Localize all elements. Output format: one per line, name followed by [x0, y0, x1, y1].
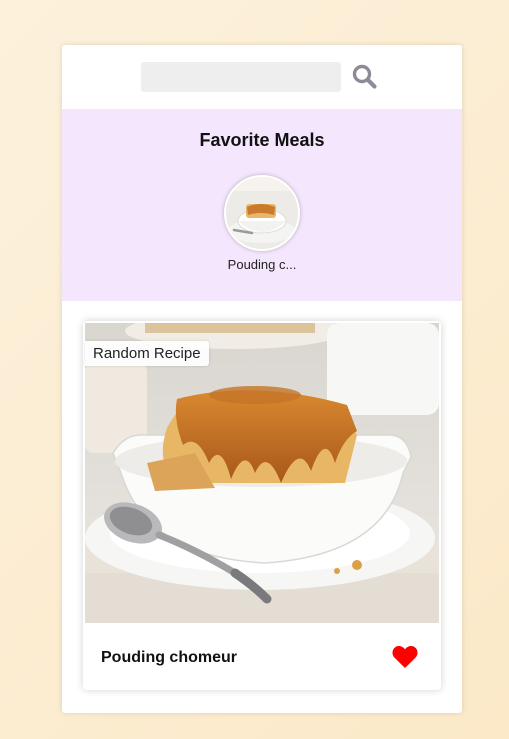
search-button[interactable]	[351, 62, 379, 92]
meal-image	[85, 323, 439, 623]
favorites-title: Favorite Meals	[199, 130, 325, 150]
dessert-image	[226, 177, 298, 249]
meal-title: Pouding chomeur	[101, 649, 237, 666]
random-recipe-tag: Random Recipe	[85, 341, 209, 366]
search-header	[62, 45, 462, 109]
meal-card: Random Recipe Pouding chomeur	[83, 321, 441, 690]
search-input[interactable]	[141, 62, 341, 92]
heart-icon	[392, 646, 418, 668]
search-icon	[352, 64, 377, 89]
favorite-button[interactable]	[391, 644, 419, 670]
meal-card-footer: Pouding chomeur	[83, 623, 441, 690]
favorite-meal-name: Pouding c...	[227, 257, 297, 272]
favorite-meal-thumbnail[interactable]	[224, 175, 300, 251]
app-container: Favorite Meals Pouding c... Random Recip…	[62, 45, 462, 713]
favorites-section: Favorite Meals Pouding c...	[62, 109, 462, 301]
favorite-meal-item[interactable]: Pouding c...	[224, 175, 300, 272]
